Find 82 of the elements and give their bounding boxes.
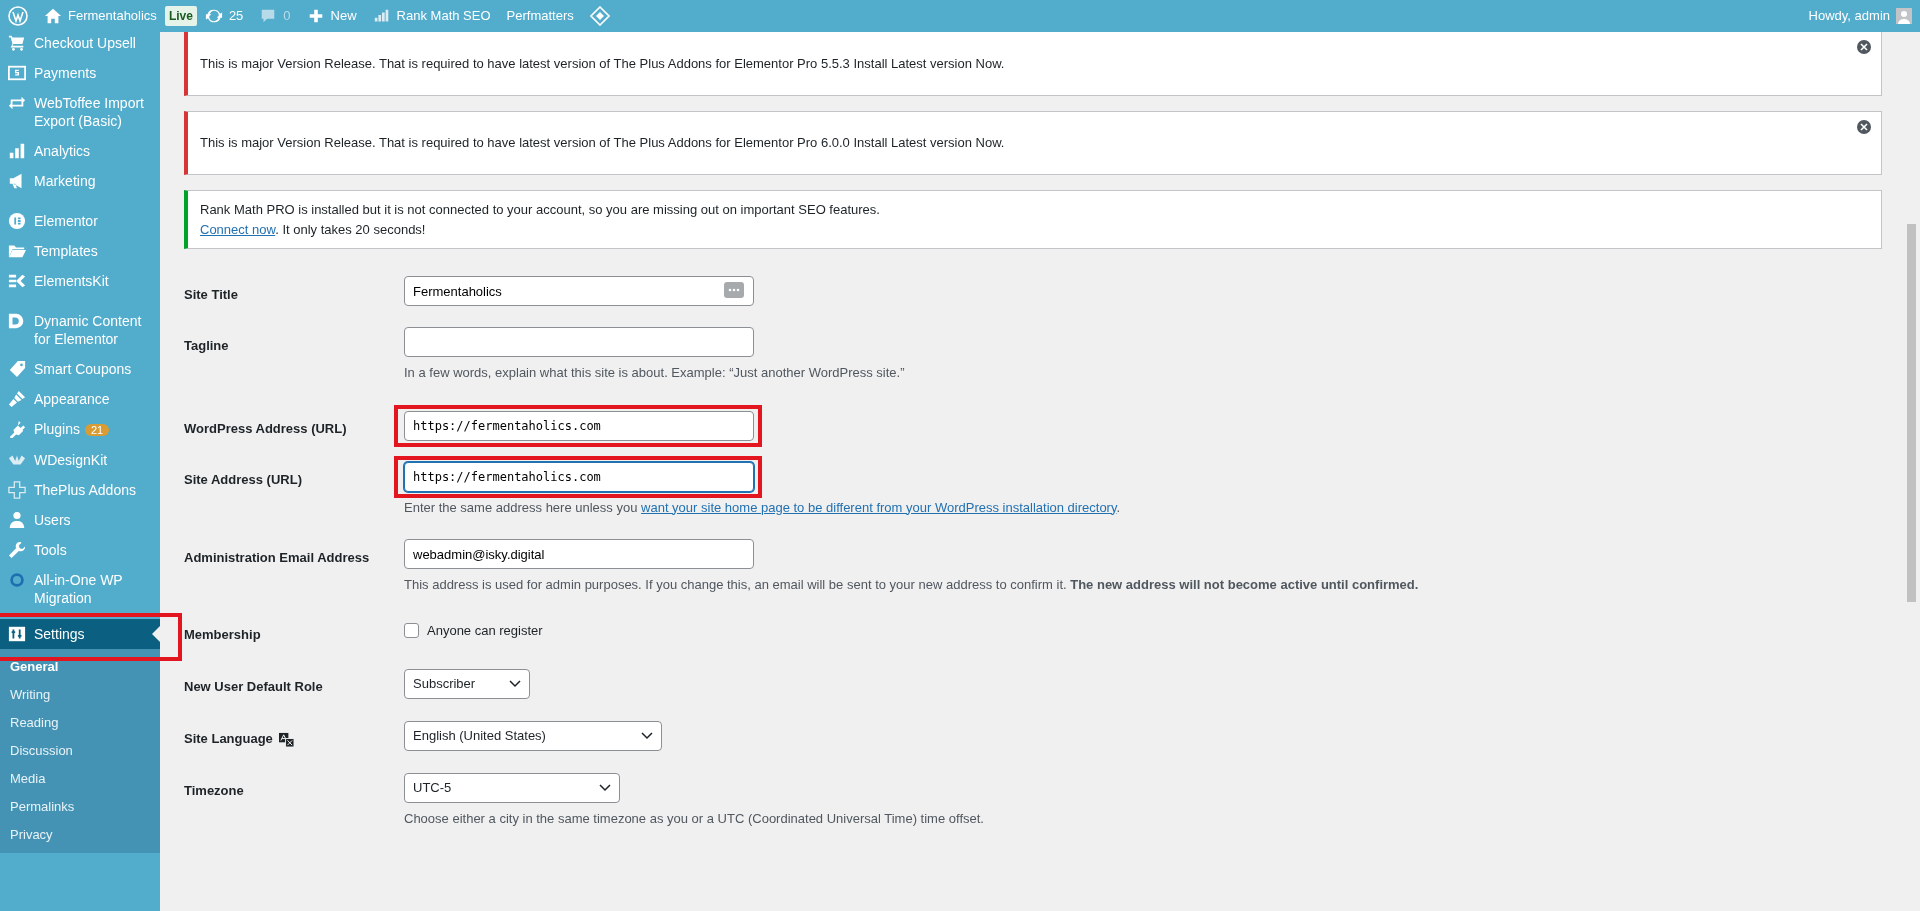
field-label: Tagline	[184, 336, 229, 355]
sidebar-menu-item[interactable]: Smart Coupons	[0, 354, 160, 384]
help-text: Enter the same address here unless you want your site home page to be different from your WordPress installation directory.	[404, 498, 1122, 517]
sidebar-menu-item[interactable]: WebToffee Import Export (Basic)	[0, 88, 160, 136]
sidebar-menu-item[interactable]: Plugins 21	[0, 414, 160, 445]
submenu-item[interactable]: Discussion	[0, 737, 160, 765]
field-label: Site Address (URL)	[184, 471, 302, 490]
close-button[interactable]	[1857, 40, 1871, 54]
notice-text: This is major Version Release. That is required to have latest version of The Plus Addons for Elementor Pro 5.5.3 Install Latest version Now.	[200, 54, 1006, 73]
more-icon[interactable]	[724, 282, 744, 298]
checkbox-label: Anyone can register	[427, 621, 543, 640]
new-link[interactable]: New	[298, 0, 365, 32]
user-menu-link[interactable]: Howdy, admin	[1800, 0, 1920, 32]
submenu-item[interactable]: Permalinks	[0, 793, 160, 821]
dropdown-select[interactable]: UTC-5	[404, 772, 620, 803]
circle-e-icon	[8, 212, 26, 230]
sidebar-menu-item[interactable]: Marketing	[0, 166, 160, 196]
dollar-icon	[8, 64, 26, 82]
dropdown-select[interactable]: English (United States)	[404, 720, 662, 751]
sidebar-menu-item[interactable]: WDesignKit	[0, 445, 160, 475]
notice-text: Rank Math PRO is installed but it is not connected to your account, so you are missing out on important SEO features.	[200, 201, 881, 219]
text-field[interactable]	[404, 327, 754, 357]
live-badge: Live	[164, 6, 197, 26]
sync-icon	[204, 7, 223, 25]
tag-icon	[8, 360, 26, 378]
home-icon	[44, 7, 62, 25]
field-label: Site Title	[184, 285, 238, 304]
chevron-down-icon	[641, 731, 653, 740]
sidebar-menu-item[interactable]: All-in-One WP Migration	[0, 565, 160, 619]
brush-icon	[8, 390, 26, 408]
sidebar-menu-item[interactable]: Elementor	[0, 206, 160, 236]
d-letter-icon	[8, 312, 26, 330]
cross-outline-icon	[8, 481, 26, 499]
sidebar-menu-item[interactable]: Analytics	[0, 136, 160, 166]
submenu-item[interactable]: Writing	[0, 681, 160, 709]
submenu-item[interactable]: Reading	[0, 709, 160, 737]
person-icon	[8, 511, 26, 529]
help-text: Choose either a city in the same timezone as you or a UTC (Coordinated Universal Time) time offset.	[404, 809, 985, 828]
sidebar-menu-item[interactable]: Tools	[0, 535, 160, 565]
field-label: New User Default Role	[184, 678, 323, 697]
dropdown-select[interactable]: Subscriber	[404, 668, 530, 699]
notice-text: This is major Version Release. That is required to have latest version of The Plus Addons for Elementor Pro 6.0.0 Install Latest version Now.	[200, 134, 1006, 153]
submenu-item[interactable]: General	[0, 653, 160, 681]
sliders-icon	[8, 625, 26, 643]
sidebar-menu-item[interactable]: Templates	[0, 236, 160, 266]
url-field[interactable]: https://fermentaholics.com	[404, 410, 754, 441]
help-text: In a few words, explain what this site is about. Example: “Just another WordPress site.”	[404, 364, 906, 382]
submenu-item[interactable]: Privacy	[0, 821, 160, 849]
field-label: Administration Email Address	[184, 548, 370, 567]
url-field[interactable]: https://fermentaholics.com	[404, 461, 754, 492]
sidebar-menu-item[interactable]: ThePlus Addons	[0, 475, 160, 505]
translate-icon	[278, 731, 294, 747]
close-button[interactable]	[1857, 120, 1871, 134]
sidebar-menu-item[interactable]: ElementsKit	[0, 266, 160, 296]
comments-link[interactable]: 0	[251, 0, 299, 32]
chevron-down-icon	[599, 783, 611, 792]
sidebar-menu-item[interactable]: Settings	[0, 619, 160, 649]
help-text: This address is used for admin purposes. If you change this, an email will be sent to your new address to confirm it. The new address will not become active until confirmed.	[404, 576, 1420, 594]
sidebar-menu-item[interactable]: Payments	[0, 58, 160, 88]
field-label: Timezone	[184, 782, 244, 801]
wrench-icon	[8, 541, 26, 559]
avatar-icon	[1896, 8, 1912, 24]
ring-icon	[8, 571, 26, 589]
sidebar-menu-item[interactable]: Dynamic Content for Elementor	[0, 306, 160, 354]
sidebar-menu-item[interactable]: Users	[0, 505, 160, 535]
cart-icon	[8, 34, 26, 52]
plug-icon	[8, 420, 26, 438]
bar-chart-icon	[8, 142, 26, 160]
text-field[interactable]: webadmin@isky.digital	[404, 539, 754, 569]
perfmatters-link[interactable]: Perfmatters	[498, 0, 582, 32]
updates-link[interactable]: 25	[196, 0, 252, 32]
count-badge: 21	[84, 424, 110, 436]
field-label: WordPress Address (URL)	[184, 420, 347, 439]
field-label: Site Language	[184, 730, 273, 749]
sidebar-menu-item[interactable]: Appearance	[0, 384, 160, 414]
field-label: Membership	[184, 626, 261, 645]
text-field[interactable]: Fermentaholics	[404, 276, 754, 306]
notice-text: Connect now. It only takes 20 seconds!	[200, 220, 427, 239]
checkbox[interactable]	[404, 622, 419, 638]
rank-math-link[interactable]: Rank Math SEO	[364, 0, 499, 32]
submenu-item[interactable]: Media	[0, 765, 160, 793]
chevron-down-icon	[509, 679, 521, 688]
